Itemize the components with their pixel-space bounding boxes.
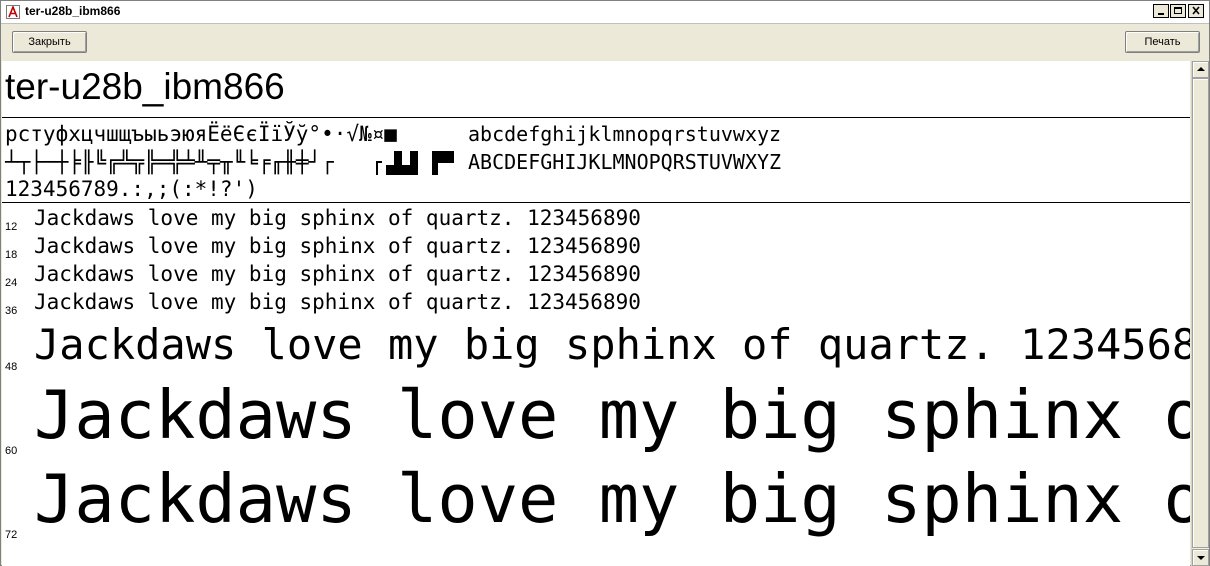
maximize-icon [1174,7,1182,14]
scroll-up-button[interactable] [1192,61,1209,78]
scrollbar-thumb[interactable] [1192,78,1209,548]
sample-text-36: Jackdaws love my big sphinx of quartz. 1… [34,290,641,314]
print-button[interactable]: Печать [1125,31,1200,53]
maximize-button[interactable] [1170,4,1186,18]
sample-text-60: Jackdaws love my big sphinx of quartz. 1… [34,376,1190,454]
font-preview-area: ter-u28b_ibm866 рстуфхцчшщъыьэюяЁёЄєЇїЎў… [2,61,1190,566]
sample-text-18: Jackdaws love my big sphinx of quartz. 1… [34,234,641,258]
divider [2,117,1190,118]
sample-text-48: Jackdaws love my big sphinx of quartz. 1… [34,320,1190,369]
size-label-36: 36 [5,305,18,317]
window-title: ter-u28b_ibm866 [25,4,121,18]
sample-text-72: Jackdaws love my big sphinx of quartz. 1… [34,460,1190,538]
title-bar[interactable]: ter-u28b_ibm866 [1,1,1209,24]
close-window-button[interactable] [1188,4,1204,18]
size-label-24: 24 [5,277,18,289]
arrow-down-icon [1197,556,1205,560]
vertical-scrollbar[interactable] [1191,61,1209,566]
charset-cyrillic-line: рстуфхцчшщъыьэюяЁёЄєЇїЎў°•·√№¤■ [5,122,397,146]
charset-box-line: ┴┬├─┼╞╟╚╔╩╦╠═╬╧╨╤╥╙╘╒╓╫╪┘┌ [5,150,334,174]
app-font-icon [6,5,20,19]
scroll-down-button[interactable] [1192,549,1209,566]
size-label-72: 72 [5,529,18,541]
close-icon [1192,6,1200,15]
charset-lowercase-line: abcdefghijklmnopqrstuvwxyz [468,122,782,146]
close-button[interactable]: Закрыть [12,31,87,53]
size-label-60: 60 [5,445,18,457]
block-glyphs [376,151,454,175]
arrow-up-icon [1197,67,1205,71]
size-label-18: 18 [5,249,18,261]
minimize-button[interactable] [1153,4,1169,18]
charset-uppercase-line: ABCDEFGHIJKLMNOPQRSTUVWXYZ [468,150,782,174]
charset-digits-line: 123456789.:,;(:*!?') [5,177,258,201]
sample-text-12: Jackdaws love my big sphinx of quartz. 1… [34,206,641,230]
size-label-48: 48 [5,361,18,373]
font-name-heading: ter-u28b_ibm866 [5,66,285,107]
sample-text-24: Jackdaws love my big sphinx of quartz. 1… [34,262,641,286]
size-label-12: 12 [5,221,18,233]
toolbar: Закрыть Печать [1,24,1209,60]
font-viewer-window: ter-u28b_ibm866 Закрыть Печать ter-u28b_… [0,0,1210,566]
minimize-icon [1158,13,1164,15]
divider [2,202,1190,203]
